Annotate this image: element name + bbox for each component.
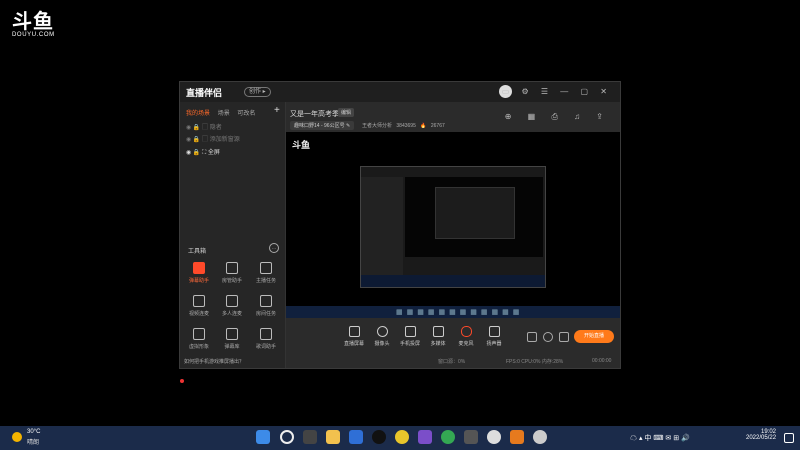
go-live-button[interactable]: 开始直播 [574, 330, 614, 343]
room-title: 又是一年高考季 [290, 111, 339, 118]
nested-taskbar [361, 275, 545, 287]
lyrics-icon [260, 328, 272, 340]
scene-item[interactable]: ◉ 🔒 ▢ 隐者 [186, 122, 222, 131]
scene-label: 添加新窗源 [209, 137, 240, 143]
screen-icon [348, 326, 360, 337]
nested-preview [360, 166, 546, 288]
preview-taskbar-icons: ▦▦▦▦▦▦▦▦▦▦▦▦ [396, 309, 524, 316]
scene-label: 隐者 [209, 125, 222, 131]
nested-screen [405, 177, 543, 257]
nested-left-panel [361, 177, 403, 275]
phone-cast-button[interactable]: 手机投屏 [396, 326, 424, 347]
media-icon [432, 326, 444, 337]
tool-multi-link[interactable]: 多人连麦 [217, 295, 247, 317]
preview-logo: 斗鱼 [292, 140, 311, 150]
scene-label: 全屏 [207, 150, 220, 156]
tool-room-admin[interactable]: 房管助手 [217, 262, 247, 284]
tool-lyrics[interactable]: 歌词助手 [251, 328, 281, 350]
room-action-icons[interactable]: ⊕ ▦ ⎙ ♫ ⇪ [505, 112, 610, 122]
avatar-icon [193, 328, 205, 340]
tip-icon [180, 379, 184, 383]
clock[interactable]: 19:02 2022/05/22 [746, 429, 776, 441]
status-mid: FPS:0 CPU:0% 内存:28% [506, 359, 564, 365]
brand-badge[interactable]: 创作 ▸ [244, 87, 271, 97]
weather-temp[interactable]: 30°C [27, 429, 40, 435]
tool-danmaku-lib[interactable]: 弹幕库 [217, 328, 247, 350]
tip-text[interactable]: 如何把手机游戏推屏播出？ [184, 358, 244, 365]
status-timer: 00:00:00 [592, 358, 612, 364]
search-icon[interactable] [280, 430, 294, 444]
douyu-companion-icon[interactable] [510, 430, 524, 444]
tool-danmaku[interactable]: 弹幕助手 [184, 262, 214, 284]
system-tray[interactable]: ☁ ▴ 中 ⌨ ✉ ⊞ 🔊 [630, 433, 690, 443]
video-icon [193, 295, 205, 307]
room-category[interactable]: 趣味口野14 - 96公区号 ✎ [290, 121, 355, 130]
record-icon[interactable] [527, 332, 537, 342]
more-icon[interactable]: … [269, 243, 279, 253]
people-icon [226, 295, 238, 307]
room-stats: 王者大师分析 3843695 🔥 26767 [362, 123, 445, 129]
tool-video-link[interactable]: 视频连麦 [184, 295, 214, 317]
visual-studio-icon[interactable] [418, 430, 432, 444]
scene-item[interactable]: ◉ 🔒 ▢ 添加新窗源 [186, 134, 240, 143]
tool-avatar[interactable]: 虚拟形象 [184, 328, 214, 350]
store-icon[interactable] [349, 430, 363, 444]
task-view-icon[interactable] [303, 430, 317, 444]
scene-item-active[interactable]: ◉ 🔒 ⛶ 全屏 [186, 147, 220, 157]
weather-desc[interactable]: 晴朗 [27, 437, 39, 446]
eye-icon[interactable] [543, 332, 553, 342]
tab-my-scenes[interactable]: 我的场景 [186, 111, 210, 117]
phone-icon [404, 326, 416, 337]
tool-room-task[interactable]: 房间任务 [251, 295, 281, 317]
douyu-watermark: 斗鱼 DOUYU.COM [12, 12, 62, 38]
start-icon[interactable] [256, 430, 270, 444]
window-controls[interactable]: ▭ ⚙ ☰ — ▢ ✕ [502, 87, 612, 96]
media-button[interactable]: 多媒体 [424, 326, 452, 347]
nested-inner-window [435, 187, 515, 239]
camera-icon [376, 326, 388, 337]
task-icon [260, 262, 272, 274]
clock-date: 2022/05/22 [746, 435, 777, 441]
speaker-icon [488, 326, 500, 337]
watermark-sub: DOUYU.COM [12, 32, 55, 38]
tab-rename[interactable]: 可改名 [237, 111, 255, 117]
app-white-icon[interactable] [487, 430, 501, 444]
weather-sun-icon[interactable] [12, 432, 22, 442]
tab-scenes[interactable]: 场景 [218, 111, 230, 117]
steam-icon[interactable] [464, 430, 478, 444]
status-left: 窗口源：0% [438, 359, 466, 365]
screen-capture-button[interactable]: 直播屏幕 [340, 326, 368, 347]
status-bar: 窗口源：0% FPS:0 CPU:0% 内存:28% 00:00:00 [286, 356, 620, 368]
room-icon [260, 295, 272, 307]
toolbox-title: 工具箱 [188, 249, 207, 255]
library-icon [226, 328, 238, 340]
tool-tasks[interactable]: 主播任务 [251, 262, 281, 284]
notification-icon[interactable] [784, 433, 794, 443]
live-companion-window: 直播伴侣 创作 ▸ ▭ ⚙ ☰ — ▢ ✕ 我的场景 场景 可改名 + ◉ 🔒 … [179, 81, 621, 383]
app-brand: 直播伴侣 [186, 88, 223, 98]
ime-indicator: 中 [644, 435, 652, 442]
stream-preview: 斗鱼 ▦▦▦▦▦▦▦▦▦▦▦▦ [286, 132, 620, 318]
settings-icon[interactable] [559, 332, 569, 342]
add-scene-icon[interactable]: + [274, 105, 280, 116]
camera-button[interactable]: 摄像头 [368, 326, 396, 347]
user-icon [226, 262, 238, 274]
qq-icon[interactable] [372, 430, 386, 444]
titlebar: 直播伴侣 创作 ▸ ▭ ⚙ ☰ — ▢ ✕ [180, 82, 620, 102]
file-explorer-icon[interactable] [326, 430, 340, 444]
danmaku-icon [193, 262, 205, 274]
speaker-button[interactable]: 扬声器 [480, 326, 508, 347]
microphone-button[interactable]: 麦克风 [452, 326, 480, 347]
app-gray-icon[interactable] [533, 430, 547, 444]
chrome-icon[interactable] [441, 430, 455, 444]
microphone-icon [460, 326, 472, 337]
app-yellow-icon[interactable] [395, 430, 409, 444]
left-panel: 我的场景 场景 可改名 + ◉ 🔒 ▢ 隐者 ◉ 🔒 ▢ 添加新窗源 ◉ 🔒 ⛶… [180, 102, 286, 383]
edit-title-button[interactable]: 编辑 [338, 108, 355, 117]
scene-tabs: 我的场景 场景 可改名 [186, 108, 255, 117]
watermark-logo: 斗鱼 [12, 11, 54, 33]
